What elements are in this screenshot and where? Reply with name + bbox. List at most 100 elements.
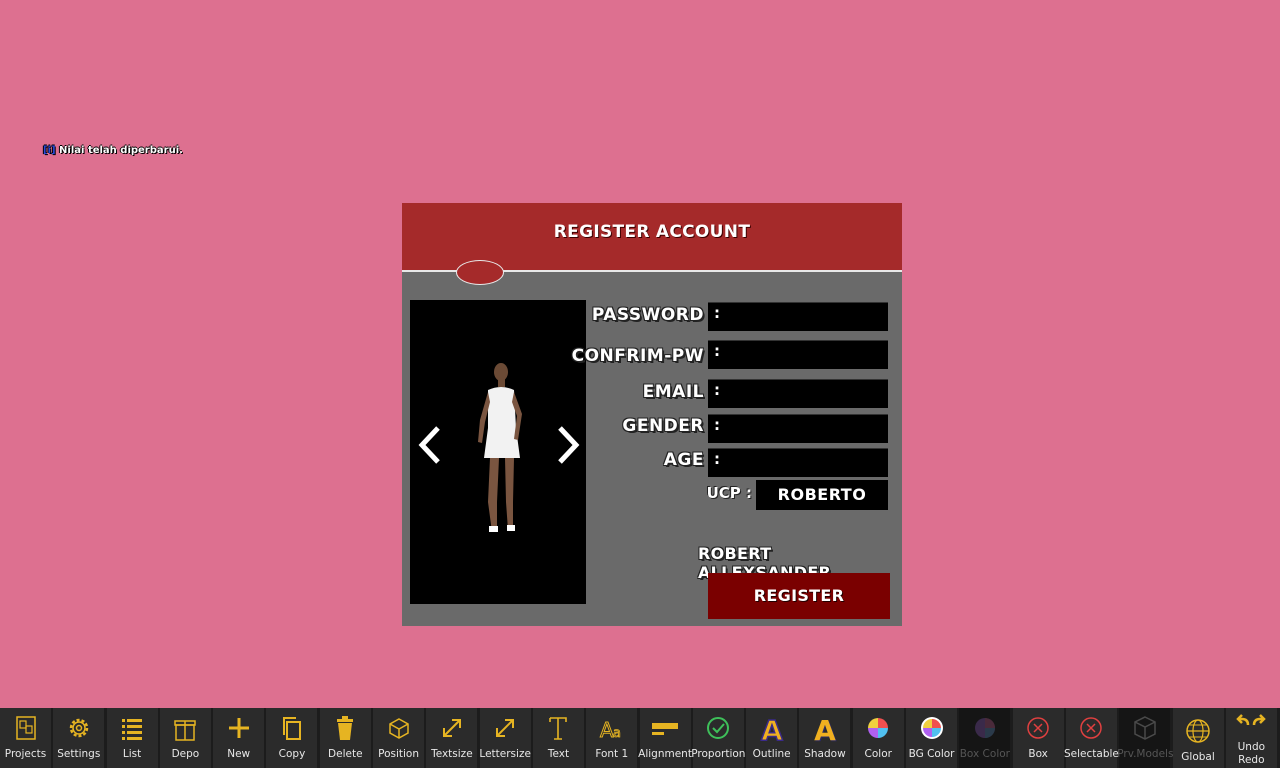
toolbar-label: Alignment xyxy=(638,748,692,760)
toolbar-label: Font 1 xyxy=(595,748,629,760)
register-dialog: REGISTER ACCOUNT PASSWORD : CONFRIM-PW :… xyxy=(402,203,902,626)
age-label: AGE xyxy=(663,450,704,470)
shadow-a-icon: AA xyxy=(799,713,850,748)
toolbar-copy-button[interactable]: Copy xyxy=(266,708,318,768)
color-wheel-icon xyxy=(959,713,1010,743)
toolbar-alignment-button[interactable]: Alignment xyxy=(638,708,692,768)
list-icon xyxy=(107,713,158,743)
confirm-password-field[interactable]: : xyxy=(708,340,888,369)
model-box-icon xyxy=(1119,713,1170,743)
toolbar-label: Prv.Models xyxy=(1117,748,1174,760)
register-button[interactable]: REGISTER xyxy=(708,573,890,619)
ucp-label: UCP : xyxy=(706,484,752,502)
color-wheel-icon xyxy=(906,713,957,743)
toolbar-label: Text xyxy=(547,748,570,760)
password-field[interactable]: : xyxy=(708,302,888,331)
gift-icon xyxy=(160,713,211,743)
toolbar-label: List xyxy=(122,748,142,760)
copy-icon xyxy=(266,713,317,743)
ucp-value: ROBERTO xyxy=(756,480,888,510)
toolbar-label: Proportion xyxy=(691,748,746,760)
toolbar-settings-button[interactable]: Settings xyxy=(53,708,105,768)
trash-icon xyxy=(320,713,371,743)
x-circle-icon xyxy=(1013,713,1064,743)
toolbar-label: Shadow xyxy=(804,748,846,760)
toolbar-label: Settings xyxy=(57,748,101,760)
gender-value: : xyxy=(714,416,720,434)
toolbar-selectable-button[interactable]: Selectable xyxy=(1064,708,1119,768)
toolbar-label: Textsize xyxy=(431,748,473,760)
toolbar-label: Outline xyxy=(752,748,791,760)
toolbar-undo-redo-button[interactable]: Undo Redo xyxy=(1225,708,1277,768)
gender-field[interactable]: : xyxy=(708,414,888,443)
toolbar-label: Copy xyxy=(278,748,306,760)
notification-text: Nilai telah diperbarui. xyxy=(55,145,183,156)
dialog-title: REGISTER ACCOUNT xyxy=(553,222,751,242)
toolbar-label: Delete xyxy=(328,748,363,760)
toolbar-box-color-button[interactable]: Box Color xyxy=(959,708,1011,768)
toolbar-label: Lettersize xyxy=(479,748,531,760)
toolbar-proportion-button[interactable]: Proportion xyxy=(691,708,746,768)
resize-icon xyxy=(480,713,531,743)
email-label: EMAIL xyxy=(642,382,704,402)
header-decoration xyxy=(456,260,504,285)
svg-text:A: A xyxy=(600,718,614,742)
toolbar-label: Color xyxy=(864,748,892,760)
toolbar-delete-button[interactable]: Delete xyxy=(319,708,371,768)
email-field[interactable]: : xyxy=(708,379,888,408)
toolbar-label: Box xyxy=(1028,748,1048,760)
resize-icon xyxy=(426,713,477,743)
projects-icon xyxy=(0,713,51,743)
toolbar-label: Depo xyxy=(171,748,200,760)
gender-label: GENDER xyxy=(622,416,704,436)
svg-text:A: A xyxy=(761,714,783,743)
email-value: : xyxy=(714,381,720,399)
toolbar-shadow-button[interactable]: AA Shadow xyxy=(799,708,851,768)
globe-icon xyxy=(1173,716,1224,746)
toolbar-global-button[interactable]: Global xyxy=(1172,708,1224,768)
toolbar-box-button[interactable]: Box xyxy=(1012,708,1064,768)
editor-toolbar: Projects Settings List Depo New Copy Del… xyxy=(0,708,1280,768)
toolbar-font-button[interactable]: Aa Font 1 xyxy=(586,708,638,768)
toolbar-label: Undo Redo xyxy=(1237,741,1266,766)
toolbar-label: BG Color xyxy=(908,748,955,760)
password-label: PASSWORD xyxy=(591,305,704,325)
toolbar-outline-button[interactable]: A Outline xyxy=(746,708,798,768)
font-icon: Aa xyxy=(586,713,637,743)
cube-icon xyxy=(373,713,424,743)
undo-redo-icon xyxy=(1226,711,1277,741)
password-value: : xyxy=(714,304,720,322)
age-value: : xyxy=(714,450,720,468)
toolbar-label: Position xyxy=(378,748,420,760)
outline-a-icon: A xyxy=(746,713,797,748)
toolbar-list-button[interactable]: List xyxy=(106,708,158,768)
gear-icon xyxy=(53,713,104,743)
toolbar-label: Selectable xyxy=(1064,748,1119,760)
toolbar-text-button[interactable]: Text xyxy=(532,708,584,768)
svg-text:A: A xyxy=(814,714,836,743)
toolbar-color-button[interactable]: Color xyxy=(852,708,904,768)
svg-text:a: a xyxy=(613,726,621,741)
toolbar-lettersize-button[interactable]: Lettersize xyxy=(479,708,531,768)
confirm-password-label: CONFRIM-PW xyxy=(571,346,704,366)
toolbar-projects-button[interactable]: Projects xyxy=(0,708,51,768)
toolbar-bg-color-button[interactable]: BG Color xyxy=(906,708,958,768)
toolbar-depo-button[interactable]: Depo xyxy=(159,708,211,768)
text-icon xyxy=(533,713,584,743)
toolbar-new-button[interactable]: New xyxy=(213,708,265,768)
check-circle-icon xyxy=(693,713,744,743)
age-field[interactable]: : xyxy=(708,448,888,477)
color-wheel-icon xyxy=(853,713,904,743)
toolbar-label: Box Color xyxy=(959,748,1010,760)
toolbar-prv-models-button[interactable]: Prv.Models xyxy=(1117,708,1174,768)
toolbar-textsize-button[interactable]: Textsize xyxy=(426,708,478,768)
confirm-password-value: : xyxy=(714,342,720,360)
notification-message: [i] Nilai telah diperbarui. xyxy=(43,145,183,156)
x-circle-icon xyxy=(1066,713,1117,743)
toolbar-label: Projects xyxy=(4,748,47,760)
toolbar-label: Global xyxy=(1181,751,1215,763)
plus-icon xyxy=(213,713,264,743)
info-tag: [i] xyxy=(43,145,56,156)
toolbar-position-button[interactable]: Position xyxy=(373,708,425,768)
align-icon xyxy=(640,713,691,743)
